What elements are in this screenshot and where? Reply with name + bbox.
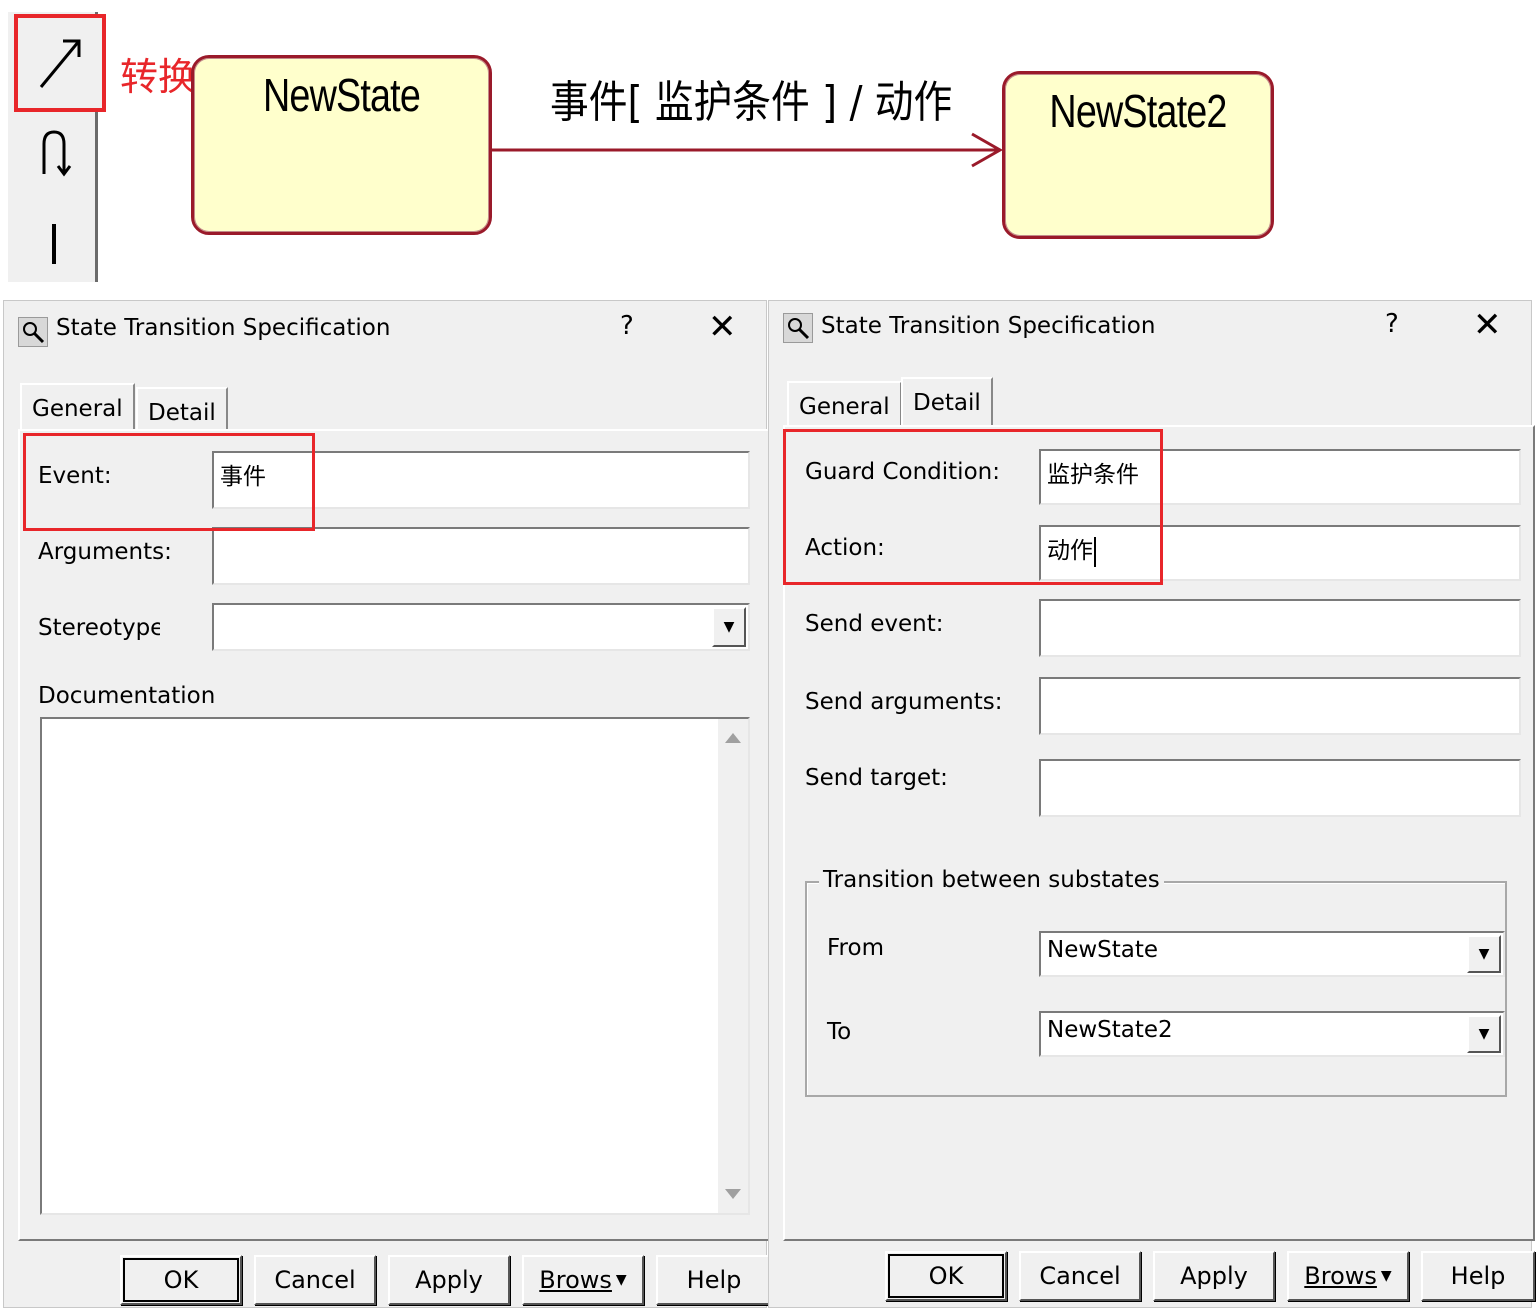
arguments-field[interactable] xyxy=(212,527,750,585)
to-value: NewState2 xyxy=(1047,1017,1173,1043)
dropdown-arrow-icon[interactable]: ▼ xyxy=(1467,1015,1501,1053)
action-field[interactable]: 动作 xyxy=(1039,525,1521,581)
self-transition-icon xyxy=(42,130,72,177)
transition-annotation: 转换 xyxy=(120,55,197,99)
browse-label: Brows xyxy=(1304,1262,1377,1290)
transition-arrow-icon xyxy=(39,39,81,88)
state-name: NewState xyxy=(263,69,421,121)
tab-detail[interactable]: Detail xyxy=(901,377,993,427)
from-value: NewState xyxy=(1047,937,1159,963)
state-newstate2[interactable]: NewState2 xyxy=(1002,71,1274,239)
send-event-label: Send event: xyxy=(805,611,944,637)
action-label: Action: xyxy=(805,535,885,561)
vertical-bar-tool-button[interactable] xyxy=(14,202,94,282)
ok-button[interactable]: OK xyxy=(120,1255,242,1305)
general-panel: Event: 事件 Arguments: Stereotype ▼ Docume… xyxy=(18,429,770,1241)
send-arguments-field[interactable] xyxy=(1039,677,1521,735)
from-label: From xyxy=(827,935,884,961)
transition-tool-button[interactable] xyxy=(14,14,106,112)
title-bar: State Transition Specification ? ✕ xyxy=(769,301,1531,363)
transition-label[interactable]: 事件[ 监护条件 ] / 动作 xyxy=(550,66,952,130)
scroll-down-icon[interactable] xyxy=(725,1189,741,1199)
stereotype-select[interactable]: ▼ xyxy=(212,603,750,651)
send-arguments-label: Send arguments: xyxy=(805,689,1003,715)
magnifier-icon xyxy=(18,317,48,347)
ok-button[interactable]: OK xyxy=(885,1251,1007,1301)
browse-button[interactable]: Brows ▼ xyxy=(522,1255,644,1305)
browse-label: Brows xyxy=(539,1266,612,1294)
vertical-bar-icon xyxy=(52,224,56,264)
substates-group-title: Transition between substates xyxy=(819,867,1164,893)
to-select[interactable]: NewState2 ▼ xyxy=(1039,1011,1505,1057)
arguments-label: Arguments: xyxy=(38,539,172,565)
send-event-field[interactable] xyxy=(1039,599,1521,657)
dropdown-arrow-icon: ▼ xyxy=(1380,1268,1392,1284)
vertical-scrollbar[interactable] xyxy=(718,719,748,1213)
diagram-toolbar xyxy=(8,12,106,282)
to-label: To xyxy=(827,1019,852,1045)
detail-panel: Guard Condition: 监护条件 Action: 动作 Send ev… xyxy=(783,425,1535,1241)
cancel-button[interactable]: Cancel xyxy=(1019,1251,1141,1301)
tab-general[interactable]: General xyxy=(787,381,902,431)
documentation-label: Documentation xyxy=(38,683,216,709)
dialog-title: State Transition Specification xyxy=(821,313,1156,339)
cancel-button[interactable]: Cancel xyxy=(254,1255,376,1305)
help-button[interactable]: Help xyxy=(656,1255,772,1305)
documentation-textarea[interactable] xyxy=(40,717,750,1215)
state-newstate[interactable]: NewState xyxy=(191,55,492,235)
apply-button[interactable]: Apply xyxy=(1153,1251,1275,1301)
guard-condition-value: 监护条件 xyxy=(1047,462,1139,488)
from-select[interactable]: NewState ▼ xyxy=(1039,931,1505,977)
dropdown-arrow-icon[interactable]: ▼ xyxy=(1467,935,1501,973)
title-bar: State Transition Specification ? ✕ xyxy=(4,301,766,363)
browse-button[interactable]: Brows ▼ xyxy=(1287,1251,1409,1301)
guard-condition-label: Guard Condition: xyxy=(805,459,1000,485)
send-target-field[interactable] xyxy=(1039,759,1521,817)
close-icon[interactable]: ✕ xyxy=(708,307,737,347)
scroll-up-icon[interactable] xyxy=(725,733,741,743)
event-field[interactable]: 事件 xyxy=(212,451,750,509)
stereotype-label: Stereotype xyxy=(38,615,160,641)
self-transition-tool-button[interactable] xyxy=(14,112,94,192)
event-label: Event: xyxy=(38,463,112,489)
help-icon[interactable]: ? xyxy=(620,311,634,341)
action-value: 动作 xyxy=(1047,538,1093,564)
apply-button[interactable]: Apply xyxy=(388,1255,510,1305)
send-target-label: Send target: xyxy=(805,765,948,791)
right-spec-dialog: State Transition Specification ? ✕ Gener… xyxy=(768,300,1535,1308)
left-spec-dialog: State Transition Specification ? ✕ Gener… xyxy=(3,300,772,1308)
help-button[interactable]: Help xyxy=(1421,1251,1535,1301)
guard-condition-field[interactable]: 监护条件 xyxy=(1039,449,1521,505)
dialog-title: State Transition Specification xyxy=(56,315,391,341)
dropdown-arrow-icon[interactable]: ▼ xyxy=(712,607,746,647)
substates-group: Transition between substates From NewSta… xyxy=(805,867,1507,1097)
dropdown-arrow-icon: ▼ xyxy=(615,1272,627,1288)
event-value: 事件 xyxy=(220,464,266,490)
text-caret xyxy=(1094,536,1096,567)
magnifier-icon xyxy=(783,313,813,343)
tab-general[interactable]: General xyxy=(20,383,135,433)
state-name: NewState2 xyxy=(1049,85,1227,137)
close-icon[interactable]: ✕ xyxy=(1473,305,1502,345)
help-icon[interactable]: ? xyxy=(1385,309,1399,339)
